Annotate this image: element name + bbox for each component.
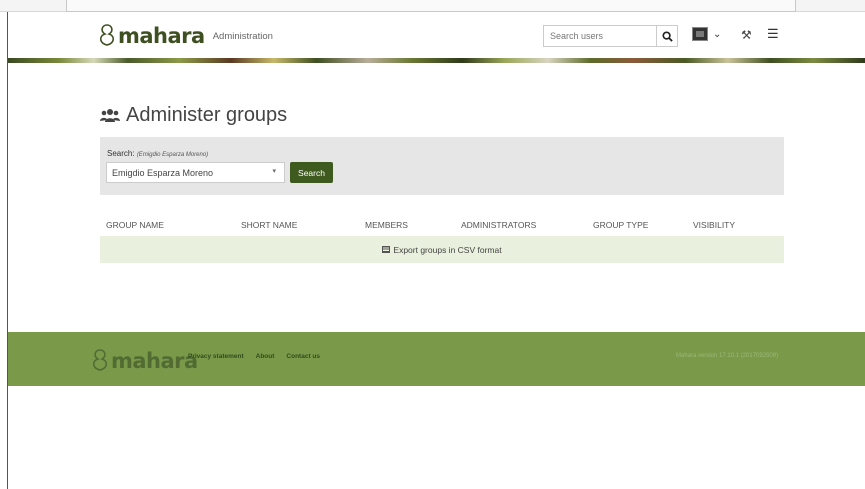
footer-brand-name: mahara	[111, 349, 198, 373]
window-left-border	[7, 12, 8, 489]
search-hint: (Emigdio Esparza Moreno)	[136, 152, 209, 158]
table-header: GROUP NAME SHORT NAME MEMBERS ADMINISTRA…	[100, 217, 784, 233]
column-members[interactable]: MEMBERS	[365, 220, 408, 230]
about-link[interactable]: About	[256, 353, 275, 360]
mahara-logo[interactable]: mahara Administration	[97, 23, 273, 47]
user-menu[interactable]: ⌄	[692, 27, 721, 41]
search-icon	[661, 30, 673, 42]
export-csv-link[interactable]: Export groups in CSV format	[393, 245, 501, 255]
privacy-statement-link[interactable]: Privacy statement	[188, 353, 244, 360]
users-icon	[100, 109, 120, 122]
search-label-text: Search:	[107, 149, 135, 158]
select-value: Emigdio Esparza Moreno	[112, 168, 214, 178]
banner-strip-top	[8, 54, 865, 58]
page-title: Administer groups	[100, 104, 287, 127]
search-users-input[interactable]: Search users	[543, 25, 656, 47]
search-panel: Search: (Emigdio Esparza Moreno) Emigdio…	[100, 137, 784, 195]
version-text: Mahara version 17.10.1 (2017092509)	[676, 353, 779, 359]
mahara-logo-mark-icon	[99, 24, 115, 46]
browser-tab-strip	[66, 0, 796, 12]
search-label: Search: (Emigdio Esparza Moreno)	[107, 149, 208, 158]
search-button[interactable]	[656, 25, 678, 47]
page-title-text: Administer groups	[126, 104, 288, 126]
chevron-down-icon: ⌄	[713, 28, 722, 40]
browser-top-edge	[0, 0, 865, 12]
search-submit-button[interactable]: Search	[290, 162, 333, 183]
header-subtitle: Administration	[212, 31, 273, 42]
contact-us-link[interactable]: Contact us	[286, 353, 320, 360]
avatar	[692, 27, 708, 41]
wrench-icon[interactable]: ⚒	[741, 28, 752, 42]
column-short-name[interactable]: SHORT NAME	[241, 220, 297, 230]
hamburger-menu-icon[interactable]: ☰	[767, 26, 779, 42]
column-administrators[interactable]: ADMINISTRATORS	[461, 220, 536, 230]
mahara-logo-mark-icon	[92, 349, 108, 371]
footer-links: Privacy statement About Contact us	[188, 353, 320, 360]
column-group-type[interactable]: GROUP TYPE	[593, 220, 648, 230]
site-header: mahara Administration Search users ⌄ ⚒ ☰	[8, 12, 865, 54]
site-footer: mahara Privacy statement About Contact u…	[8, 332, 865, 386]
table-icon	[382, 246, 391, 253]
group-admin-select[interactable]: Emigdio Esparza Moreno ▾	[106, 162, 285, 183]
caret-down-icon: ▾	[272, 168, 276, 175]
column-group-name[interactable]: GROUP NAME	[106, 220, 164, 230]
footer-logo[interactable]: mahara	[90, 348, 198, 372]
brand-name: mahara	[118, 24, 205, 48]
column-visibility[interactable]: VISIBILITY	[693, 220, 735, 230]
export-csv-row[interactable]: Export groups in CSV format	[100, 236, 784, 263]
